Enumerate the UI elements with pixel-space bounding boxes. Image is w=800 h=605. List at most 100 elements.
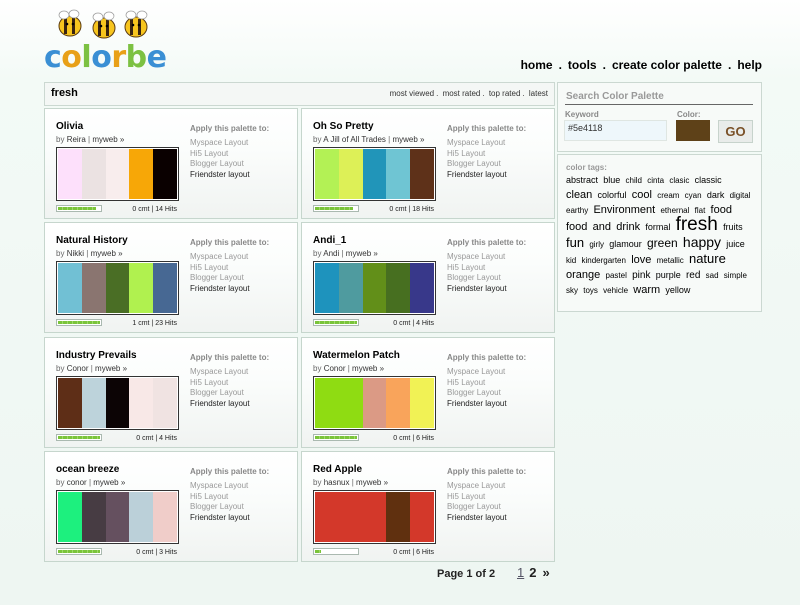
apply-option-link[interactable]: Myspace Layout [190, 367, 290, 378]
color-swatch[interactable] [362, 492, 387, 542]
color-tag-link[interactable]: happy [683, 234, 721, 250]
color-tag-link[interactable]: red [686, 270, 700, 281]
color-swatch[interactable] [58, 378, 82, 428]
color-tag-link[interactable]: fresh [676, 214, 718, 235]
color-swatch[interactable] [129, 378, 154, 428]
palette-title[interactable]: Olivia [56, 121, 83, 132]
apply-option-link[interactable]: Hi5 Layout [447, 263, 547, 274]
apply-option-link[interactable]: Friendster layout [190, 170, 290, 181]
apply-option-link[interactable]: Blogger Layout [190, 388, 290, 399]
color-tag-link[interactable]: glamour [609, 239, 642, 249]
apply-option-link[interactable]: Friendster layout [190, 513, 290, 524]
comment-count[interactable]: 0 cmt [136, 435, 153, 442]
myweb-link[interactable]: myweb » [91, 249, 123, 258]
color-tag-link[interactable]: pink [632, 270, 650, 281]
palette-swatches[interactable] [56, 490, 179, 544]
palette-swatches[interactable] [313, 376, 436, 430]
color-tag-link[interactable]: cool [632, 189, 652, 201]
color-tag-link[interactable]: nature [689, 251, 726, 266]
color-tag-link[interactable]: Environment [593, 204, 655, 216]
color-swatch[interactable] [338, 263, 363, 313]
comment-count[interactable]: 0 cmt [389, 206, 406, 213]
color-swatch[interactable] [315, 378, 339, 428]
myweb-link[interactable]: myweb » [346, 249, 378, 258]
color-tag-link[interactable]: blue [603, 175, 620, 185]
color-swatch[interactable] [338, 149, 363, 199]
apply-option-link[interactable]: Hi5 Layout [190, 263, 290, 274]
color-tag-link[interactable]: pastel [606, 271, 627, 280]
color-tag-link[interactable]: simple [724, 271, 747, 280]
logo[interactable]: colorbe [42, 6, 167, 75]
color-swatch[interactable] [58, 149, 82, 199]
color-tag-link[interactable]: earthy [566, 206, 588, 215]
color-tag-link[interactable]: cyan [685, 191, 702, 200]
apply-option-link[interactable]: Hi5 Layout [447, 378, 547, 389]
apply-option-link[interactable]: Blogger Layout [447, 502, 547, 513]
color-swatch[interactable] [105, 378, 130, 428]
color-swatch[interactable] [315, 263, 339, 313]
rating-bar[interactable] [56, 548, 102, 555]
apply-option-link[interactable]: Friendster layout [447, 170, 547, 181]
comment-count[interactable]: 0 cmt [393, 435, 410, 442]
color-swatch[interactable] [386, 263, 411, 313]
color-tag-link[interactable]: dark [707, 190, 725, 200]
rating-bar[interactable] [313, 434, 359, 441]
nav-tools-link[interactable]: tools [568, 58, 597, 72]
rating-bar[interactable] [56, 434, 102, 441]
color-tag-link[interactable]: fruits [723, 222, 743, 232]
nav-home-link[interactable]: home [521, 58, 553, 72]
comment-count[interactable]: 0 cmt [393, 320, 410, 327]
myweb-link[interactable]: myweb » [352, 364, 384, 373]
rating-bar[interactable] [313, 319, 359, 326]
rating-bar[interactable] [313, 548, 359, 555]
apply-option-link[interactable]: Hi5 Layout [190, 492, 290, 503]
author-link[interactable]: A Jill of All Trades [323, 135, 386, 144]
color-tag-link[interactable]: kid [566, 256, 576, 265]
color-swatch[interactable] [315, 149, 339, 199]
apply-option-link[interactable]: Myspace Layout [447, 252, 547, 263]
color-tag-link[interactable]: colorful [598, 190, 627, 200]
color-tag-link[interactable]: digital [730, 191, 751, 200]
comment-count[interactable]: 0 cmt [132, 206, 149, 213]
color-swatch[interactable] [129, 263, 154, 313]
author-link[interactable]: Conor [67, 364, 89, 373]
color-swatch[interactable] [410, 149, 434, 199]
color-swatch[interactable] [129, 149, 154, 199]
color-swatch[interactable] [410, 263, 434, 313]
page-2-link[interactable]: 2 [529, 565, 536, 580]
apply-option-link[interactable]: Friendster layout [447, 513, 547, 524]
color-swatch[interactable] [81, 378, 106, 428]
color-swatch[interactable] [386, 492, 411, 542]
palette-title[interactable]: Industry Prevails [56, 350, 137, 361]
color-swatch[interactable] [58, 263, 82, 313]
palette-title[interactable]: Red Apple [313, 464, 362, 475]
color-swatch[interactable] [81, 263, 106, 313]
color-tag-link[interactable]: child [626, 176, 642, 185]
apply-option-link[interactable]: Friendster layout [447, 284, 547, 295]
palette-swatches[interactable] [313, 261, 436, 315]
next-page-link[interactable]: » [542, 565, 549, 580]
color-swatch[interactable] [153, 263, 177, 313]
sort-latest-link[interactable]: latest [529, 89, 548, 98]
palette-swatches[interactable] [313, 147, 436, 201]
color-swatch[interactable] [362, 263, 387, 313]
color-tag-link[interactable]: and [593, 221, 611, 233]
apply-option-link[interactable]: Blogger Layout [447, 388, 547, 399]
nav-create-palette-link[interactable]: create color palette [612, 58, 722, 72]
apply-option-link[interactable]: Blogger Layout [190, 273, 290, 284]
color-tag-link[interactable]: warm [633, 284, 660, 296]
color-tag-link[interactable]: cinta [647, 176, 664, 185]
author-link[interactable]: Reira [67, 135, 86, 144]
author-link[interactable]: conor [67, 478, 87, 487]
color-swatch[interactable] [153, 492, 177, 542]
color-picker-swatch[interactable] [676, 120, 710, 141]
color-tag-link[interactable]: yellow [665, 285, 690, 295]
apply-option-link[interactable]: Blogger Layout [190, 159, 290, 170]
author-link[interactable]: Nikki [67, 249, 84, 258]
apply-option-link[interactable]: Blogger Layout [447, 273, 547, 284]
color-tag-link[interactable]: drink [616, 221, 640, 233]
palette-swatches[interactable] [56, 147, 179, 201]
color-tag-link[interactable]: purple [656, 270, 681, 280]
color-tag-link[interactable]: toys [583, 286, 598, 295]
palette-swatches[interactable] [56, 376, 179, 430]
